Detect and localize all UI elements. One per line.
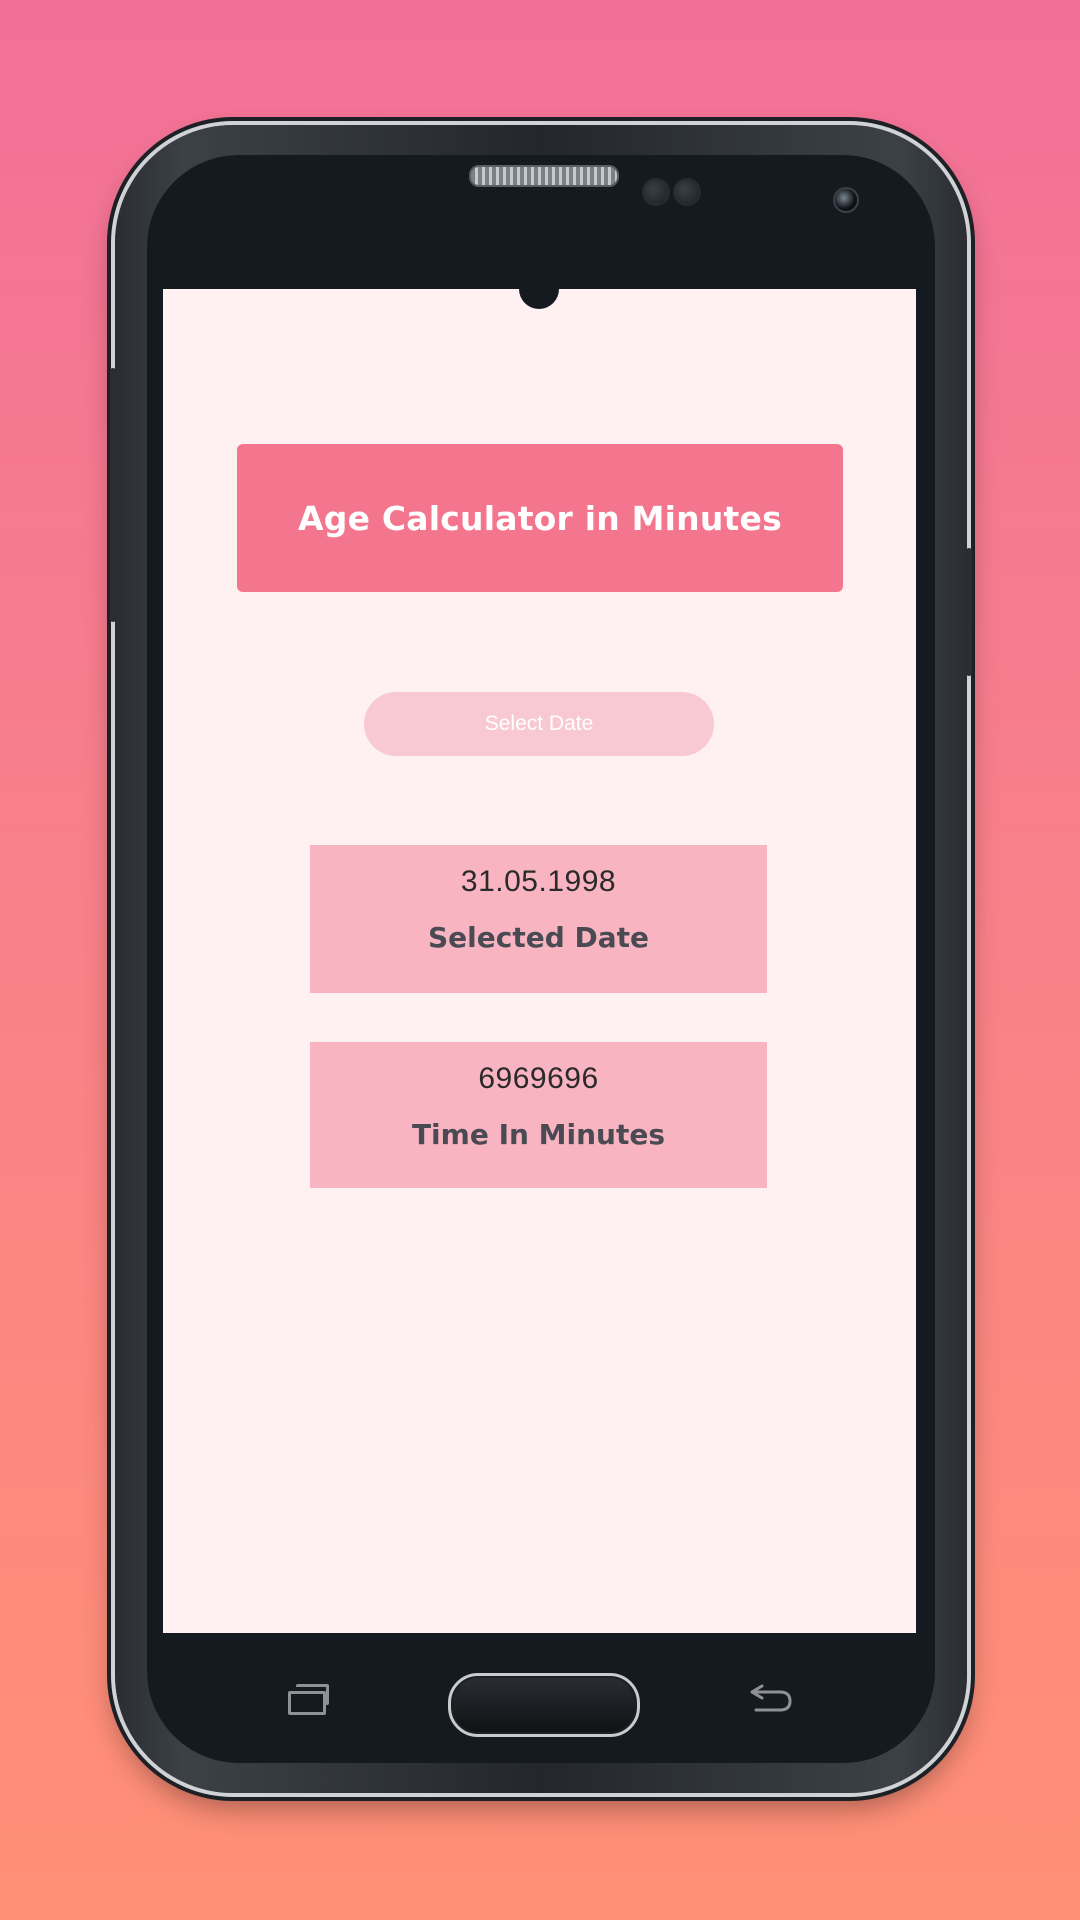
earpiece-speaker [469,165,619,187]
app-title: Age Calculator in Minutes [298,498,782,538]
home-button[interactable] [448,1673,640,1737]
title-banner: Age Calculator in Minutes [237,444,843,592]
app-screen: Age Calculator in Minutes Select Date 31… [163,289,916,1633]
selected-date-label: Selected Date [427,921,650,954]
minutes-card: 6969696 Time In Minutes [310,1042,767,1188]
minutes-label: Time In Minutes [411,1118,666,1151]
back-icon[interactable] [746,1680,796,1716]
light-sensor [673,178,701,206]
minutes-value: 6969696 [478,1062,599,1095]
volume-button [110,368,116,622]
front-camera-icon [833,187,859,213]
camera-notch [519,289,559,309]
selected-date-value: 31.05.1998 [460,865,617,898]
select-date-button[interactable]: Select Date [364,692,714,756]
recent-apps-icon[interactable] [288,1684,332,1715]
recent-apps-icon-front-window [288,1691,326,1715]
selected-date-card: 31.05.1998 Selected Date [310,845,767,993]
power-button [966,548,972,676]
proximity-sensor [642,178,670,206]
